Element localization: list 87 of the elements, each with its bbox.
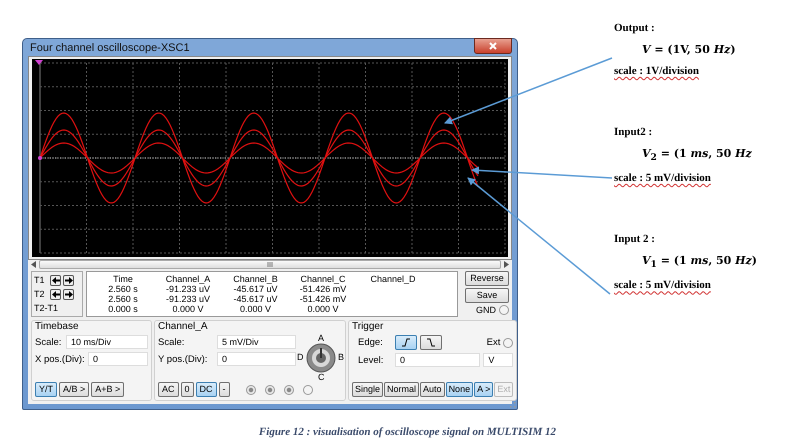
readout-value: 0.000 s (107, 304, 139, 314)
grip-icon (266, 262, 274, 267)
mode-button[interactable]: A+B > (91, 382, 124, 397)
input-field[interactable]: 0 (88, 352, 148, 366)
note-heading: Input2 : (614, 126, 654, 138)
edge-button[interactable] (420, 335, 442, 350)
right-arrow-button[interactable] (63, 288, 74, 300)
close-icon (488, 40, 498, 50)
readout-value: -91.233 uV (164, 294, 212, 304)
readout-value: 0.000 V (238, 304, 272, 314)
readout-value: -45.617 uV (232, 294, 279, 304)
edge-icon (426, 338, 436, 347)
knob-label: B (338, 352, 344, 362)
scale-note: scale : 5 mV/division (614, 279, 712, 292)
note-heading: Input 2 : (614, 233, 656, 246)
input-field[interactable]: 0 (217, 352, 296, 366)
ext-label: Ext (486, 337, 500, 348)
field-label: Scale: (35, 336, 62, 348)
group-title: Timebase (35, 321, 80, 332)
column-header: Channel_D (369, 274, 417, 284)
formula: V$_{1}$ = (1 ms, 50 Hz) (641, 254, 757, 270)
radio-button[interactable] (264, 384, 275, 394)
readout-value: -51.426 mV (298, 294, 348, 304)
radio-button[interactable] (246, 384, 256, 394)
edge-icon (401, 338, 411, 347)
cursor-label: T2 (34, 289, 46, 299)
mode-button[interactable]: AC (158, 382, 179, 397)
mode-button[interactable]: Y/T (35, 382, 58, 397)
readout-value: 0.000 V (171, 304, 205, 314)
close-button[interactable] (474, 38, 512, 54)
field-label: X pos.(Div): (35, 354, 85, 364)
input-field[interactable]: 10 ms/Div (66, 335, 148, 349)
mode-button[interactable]: A > (474, 382, 494, 397)
scale-note: scale : 5 mV/division (614, 172, 712, 184)
formula: V$_{2}$ = (1 ms, 50 Hz (641, 147, 753, 164)
knob-label: D (297, 352, 304, 362)
input-field[interactable]: 0 (395, 353, 480, 367)
field-label: Y pos.(Div): (158, 354, 208, 364)
unit-field: V (483, 353, 514, 367)
mode-button[interactable]: None (446, 382, 474, 397)
resize-grip-icon (508, 400, 516, 408)
readout-value: -51.426 mV (298, 284, 348, 294)
mode-button[interactable]: Normal (384, 382, 420, 397)
readout-value: -91.233 uV (164, 284, 212, 294)
readout-value: -45.617 uV (232, 284, 279, 294)
column-header: Channel_C (299, 274, 347, 284)
readout-value: 2.560 s (107, 284, 139, 294)
radio-button[interactable] (302, 384, 313, 394)
group-title: Channel_A (158, 321, 208, 332)
mode-button[interactable]: A/B > (59, 382, 90, 397)
formula: V = (1V, 50 Hz) (641, 43, 737, 56)
left-arrow-button[interactable] (50, 274, 61, 286)
knob-label: C (318, 372, 324, 382)
column-header: Time (112, 274, 134, 284)
field-label: Scale: (158, 336, 186, 348)
radio-button[interactable] (503, 338, 514, 348)
channel-selector-knob[interactable] (306, 343, 336, 373)
panel-button[interactable]: Save (465, 288, 509, 303)
knob-label: A (318, 333, 324, 343)
input-field[interactable]: 5 mV/Div (217, 335, 296, 349)
radio-button[interactable] (284, 384, 294, 394)
mode-button[interactable]: 0 (180, 382, 194, 397)
right-arrow-button[interactable] (63, 274, 74, 286)
column-header: Channel_A (164, 274, 212, 284)
left-arrow-icon[interactable] (31, 261, 36, 268)
mode-button[interactable]: DC (196, 382, 217, 397)
note-heading: Output : (614, 22, 656, 34)
right-arrow-icon[interactable] (504, 261, 509, 268)
mode-button[interactable]: - (218, 382, 230, 397)
left-arrow-button[interactable] (50, 288, 61, 300)
scale-note: scale : 1V/division (614, 65, 700, 77)
readout-value: 2.560 s (107, 294, 139, 304)
edge-button[interactable] (395, 335, 417, 350)
mode-button[interactable]: Single (352, 382, 384, 397)
radio-button[interactable] (499, 305, 509, 315)
cursor-label: T1 (34, 275, 46, 285)
panel-button[interactable]: Reverse (465, 271, 509, 286)
figure-caption: Figure 12 : visualisation of oscilloscope signal on MULTISIM 12 (258, 425, 558, 438)
field-label: Level: (357, 354, 384, 366)
mode-button[interactable]: Auto (420, 382, 445, 397)
column-header: Channel_B (232, 274, 279, 284)
window-title: Four channel oscilloscope-XSC1 (29, 42, 190, 54)
group-title: Trigger (352, 321, 384, 332)
readout-value: 0.000 V (306, 304, 340, 314)
gnd-label: GND (476, 305, 496, 315)
cursor-label: T2-T1 (34, 303, 58, 313)
field-label: Edge: (357, 337, 384, 348)
